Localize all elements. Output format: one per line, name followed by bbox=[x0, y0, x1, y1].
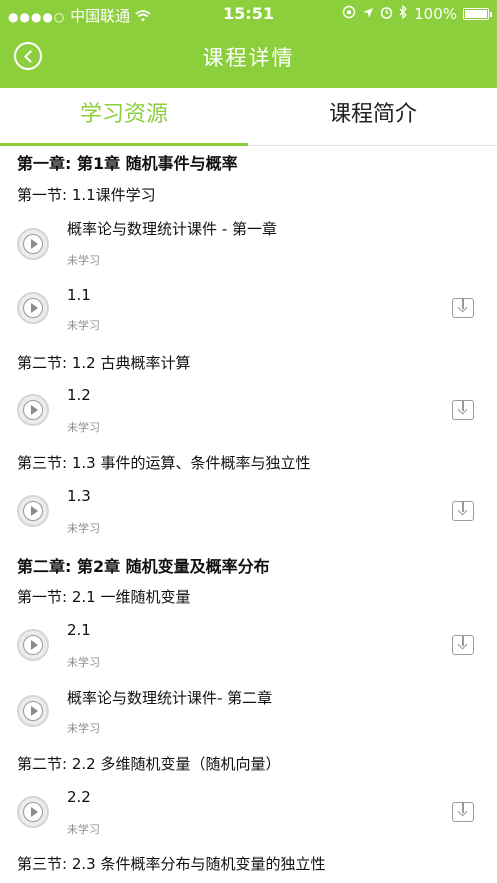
rotation-lock-icon bbox=[342, 5, 356, 23]
item-title: 概率论与数理统计课件 - 第一章 bbox=[67, 220, 277, 238]
download-icon[interactable] bbox=[452, 501, 474, 521]
section-heading: 第三节: 1.3 事件的运算、条件概率与独立性 bbox=[17, 454, 311, 472]
item-title: 1.2 bbox=[67, 386, 91, 404]
play-icon[interactable] bbox=[17, 695, 49, 727]
location-icon bbox=[362, 5, 374, 23]
navigation-bar: 课程详情 bbox=[0, 28, 497, 88]
list-item[interactable]: 概率论与数理统计课件 - 第一章 未学习 bbox=[0, 216, 497, 272]
section-heading: 第一节: 1.1课件学习 bbox=[17, 186, 156, 204]
list-item[interactable]: 概率论与数理统计课件- 第二章 未学习 bbox=[0, 685, 497, 741]
item-status: 未学习 bbox=[67, 254, 100, 267]
chapter-heading: 第二章: 第2章 随机变量及概率分布 bbox=[17, 557, 270, 576]
item-status: 未学习 bbox=[67, 319, 100, 332]
download-icon[interactable] bbox=[452, 298, 474, 318]
item-status: 未学习 bbox=[67, 421, 100, 434]
item-title: 1.1 bbox=[67, 286, 91, 304]
play-icon[interactable] bbox=[17, 292, 49, 324]
item-status: 未学习 bbox=[67, 823, 100, 836]
list-item[interactable]: 2.2 未学习 bbox=[0, 786, 497, 842]
item-title: 1.3 bbox=[67, 487, 91, 505]
play-icon[interactable] bbox=[17, 228, 49, 260]
play-icon[interactable] bbox=[17, 629, 49, 661]
status-bar: ●●●●○ 中国联通 15:51 100% bbox=[0, 0, 497, 28]
download-icon[interactable] bbox=[452, 400, 474, 420]
item-title: 2.1 bbox=[67, 621, 91, 639]
play-icon[interactable] bbox=[17, 796, 49, 828]
section-heading: 第三节: 2.3 条件概率分布与随机变量的独立性 bbox=[17, 855, 326, 873]
item-status: 未学习 bbox=[67, 522, 100, 535]
header: ●●●●○ 中国联通 15:51 100% 课程详情 bbox=[0, 0, 497, 88]
play-icon[interactable] bbox=[17, 394, 49, 426]
play-icon[interactable] bbox=[17, 495, 49, 527]
item-title: 2.2 bbox=[67, 788, 91, 806]
bluetooth-icon bbox=[399, 4, 408, 23]
list-item[interactable]: 1.3 未学习 bbox=[0, 485, 497, 541]
download-icon[interactable] bbox=[452, 802, 474, 822]
list-item[interactable]: 1.1 未学习 bbox=[0, 284, 497, 340]
list-item[interactable]: 1.2 未学习 bbox=[0, 384, 497, 440]
section-heading: 第二节: 1.2 古典概率计算 bbox=[17, 354, 191, 372]
section-heading: 第一节: 2.1 一维随机变量 bbox=[17, 588, 191, 606]
tab-learning-resources[interactable]: 学习资源 bbox=[0, 88, 248, 146]
tab-bar: 学习资源 课程简介 bbox=[0, 88, 497, 146]
page-title: 课程详情 bbox=[202, 46, 295, 70]
alarm-icon bbox=[380, 5, 393, 23]
item-status: 未学习 bbox=[67, 656, 100, 669]
section-heading: 第二节: 2.2 多维随机变量（随机向量） bbox=[17, 755, 281, 773]
battery-percent: 100% bbox=[414, 5, 457, 23]
item-title: 概率论与数理统计课件- 第二章 bbox=[67, 689, 273, 707]
chapter-heading: 第一章: 第1章 随机事件与概率 bbox=[17, 154, 238, 173]
download-icon[interactable] bbox=[452, 635, 474, 655]
battery-icon bbox=[463, 8, 492, 20]
tab-course-intro[interactable]: 课程简介 bbox=[249, 88, 497, 146]
item-status: 未学习 bbox=[67, 722, 100, 735]
list-item[interactable]: 2.1 未学习 bbox=[0, 619, 497, 675]
